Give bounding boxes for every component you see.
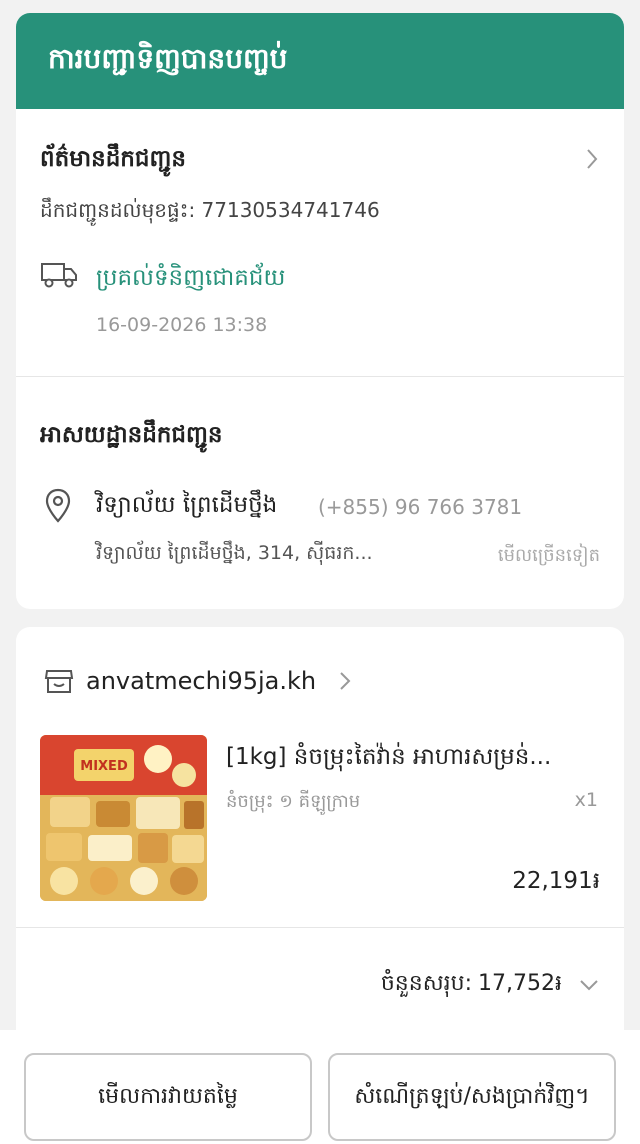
order-status-title: ការបញ្ជាទិញបានបញ្ចប់	[48, 41, 288, 75]
product-quantity: x1	[574, 789, 598, 811]
shop-link[interactable]: anvatmechi95ja.kh	[44, 667, 352, 695]
order-info-card: ការបញ្ជាទិញបានបញ្ចប់ ព័ត៌មានដឹកជញ្ជូន ដឹ…	[16, 13, 624, 609]
tracking-number: ដឹកជញ្ជូនដល់មុខផ្ទះ: 77130534741746	[40, 198, 380, 222]
shipping-address-title: អាសយដ្ឋានដឹកជញ្ជូន	[40, 422, 223, 448]
chevron-right-icon[interactable]	[584, 147, 600, 171]
total-value: 17,752៛	[478, 971, 562, 996]
order-total-row[interactable]: ចំនួនសរុប: 17,752៛	[381, 969, 600, 1001]
shop-name: anvatmechi95ja.kh	[86, 667, 317, 695]
shipping-address-section: អាសយដ្ឋានដឹកជញ្ជូន វិទ្យាល័យ ព្រៃដើមថ្នឹ…	[16, 377, 624, 609]
order-detail-page: ការបញ្ជាទិញបានបញ្ចប់ ព័ត៌មានដឹកជញ្ជូន ដឹ…	[0, 0, 640, 1144]
divider	[16, 927, 624, 928]
product-title[interactable]: [1kg] នំចម្រុះតៃវ៉ាន់ អាហារសម្រន់...	[226, 743, 551, 776]
total-label: ចំនួនសរុប:	[380, 971, 473, 996]
product-price: 22,191៛	[512, 868, 600, 894]
delivery-timestamp: 16-09-2026 13:38	[96, 314, 268, 336]
product-image: MIXED	[40, 735, 207, 901]
recipient-phone: (+855) 96 766 3781	[318, 495, 523, 519]
bottom-action-bar: មើលការវាយតម្លៃ សំណើត្រឡប់/សងប្រាក់វិញ។	[0, 1030, 640, 1144]
delivery-status: ប្រគល់ទំនិញជោគជ័យ	[96, 265, 286, 291]
product-variant: នំចម្រុះ ១ គីឡូក្រាម	[226, 791, 361, 812]
address-line: វិទ្យាល័យ ព្រៃដើមថ្នឹង, 314, ស៊ីធរក...	[96, 542, 373, 564]
product-thumbnail[interactable]: MIXED	[40, 735, 207, 901]
location-pin-icon	[45, 488, 71, 523]
return-refund-button[interactable]: សំណើត្រឡប់/សងប្រាក់វិញ។	[328, 1053, 616, 1141]
chevron-down-icon[interactable]	[578, 978, 600, 992]
chevron-right-icon	[340, 672, 351, 690]
shipping-info-title: ព័ត៌មានដឹកជញ្ជូន	[40, 146, 186, 172]
recipient-name: វិទ្យាល័យ ព្រៃដើមថ្នឹង	[96, 492, 278, 518]
order-status-banner: ការបញ្ជាទិញបានបញ្ចប់	[16, 13, 624, 109]
see-more-link[interactable]: មើលច្រើនទៀត	[498, 543, 600, 570]
svg-text:MIXED: MIXED	[80, 759, 128, 774]
view-review-button[interactable]: មើលការវាយតម្លៃ	[24, 1053, 312, 1141]
order-items-card: anvatmechi95ja.kh MIXED [1kg] នំចម្រុះតៃ…	[16, 627, 624, 1047]
shipping-info-section[interactable]: ព័ត៌មានដឹកជញ្ជូន ដឹកជញ្ជូនដល់មុខផ្ទះ: 77…	[16, 109, 624, 377]
store-icon	[44, 670, 74, 693]
truck-icon	[41, 263, 77, 288]
